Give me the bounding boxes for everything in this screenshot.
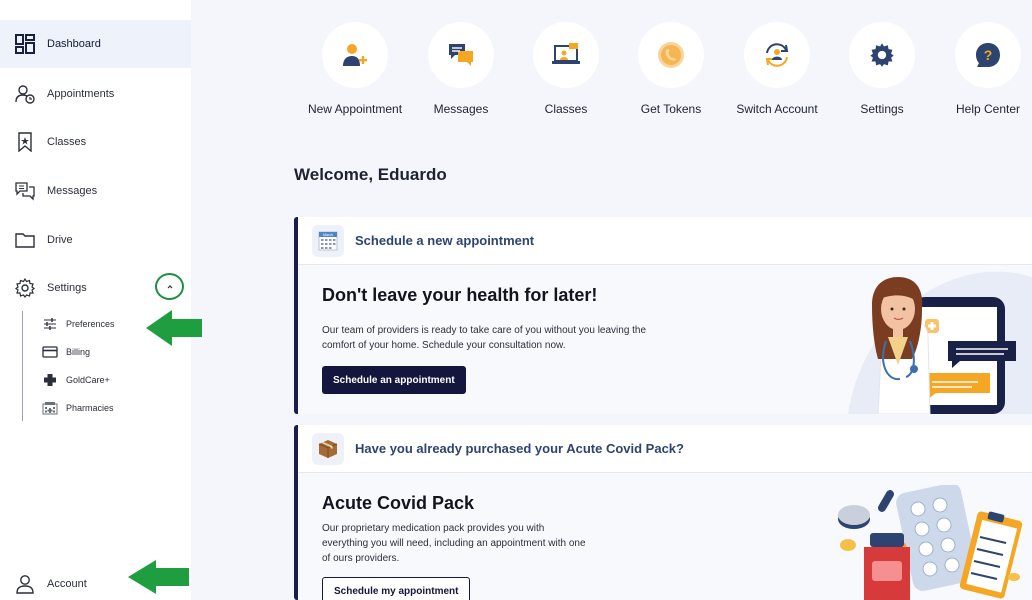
- sidebar: Dashboard Appointments Classes Messages: [0, 0, 191, 600]
- sidebar-subitem-billing[interactable]: Billing: [42, 342, 90, 362]
- folder-icon: [15, 233, 35, 248]
- pharmacy-building-icon: [42, 402, 58, 415]
- quick-action-new-appointment[interactable]: New Appointment: [300, 22, 410, 116]
- sidebar-item-dashboard[interactable]: Dashboard: [0, 20, 191, 68]
- messages-icon: [449, 44, 473, 66]
- chat-bubbles-icon: [15, 182, 35, 201]
- laptop-class-icon: [552, 43, 580, 64]
- user-icon: [16, 575, 34, 594]
- card-header: Have you already purchased your Acute Co…: [298, 425, 1032, 473]
- settings-collapse-button[interactable]: [155, 273, 184, 300]
- quick-action-label: New Appointment: [307, 102, 403, 116]
- bookmark-star-icon: [18, 132, 32, 152]
- quick-action-label: Help Center: [955, 102, 1021, 116]
- sidebar-item-label: Messages: [47, 185, 98, 197]
- quick-action-label: Switch Account: [736, 102, 818, 116]
- welcome-heading: Welcome, Eduardo: [294, 165, 447, 184]
- sidebar-item-label: Appointments: [47, 88, 115, 100]
- sidebar-item-messages[interactable]: Messages: [0, 167, 191, 215]
- card-description: Our team of providers is ready to take c…: [322, 323, 646, 353]
- package-box-icon: [312, 432, 344, 465]
- description-line: Our team of providers is ready to take c…: [322, 325, 647, 336]
- sidebar-item-appointments[interactable]: Appointments: [0, 70, 191, 118]
- chevron-up-icon: [167, 284, 172, 288]
- card-header: March Schedule a new appointment: [298, 217, 1032, 265]
- user-clock-icon: [15, 85, 35, 104]
- calendar-month: March: [323, 233, 333, 237]
- quick-action-circle: [744, 22, 810, 88]
- quick-action-switch-account[interactable]: Switch Account: [722, 22, 832, 116]
- credit-card-icon: [42, 346, 58, 358]
- quick-action-circle: [533, 22, 599, 88]
- quick-action-circle: [322, 22, 388, 88]
- description-line: comfort of your home. Schedule your cons…: [322, 340, 566, 351]
- submenu-rail: [22, 311, 23, 421]
- dashboard-grid-icon: [15, 34, 35, 54]
- svg-text:?: ?: [984, 47, 993, 63]
- sidebar-subitem-label: Billing: [66, 347, 91, 357]
- quick-action-circle: [638, 22, 704, 88]
- schedule-appointment-card: March Schedule a new appointment Don't l…: [294, 217, 1032, 414]
- sidebar-item-label: Settings: [47, 282, 87, 294]
- annotation-arrow-icon: [128, 560, 189, 594]
- card-description: Our proprietary medication pack provides…: [322, 521, 586, 566]
- quick-action-circle: [849, 22, 915, 88]
- card-body: Acute Covid Pack Our proprietary medicat…: [298, 473, 1032, 600]
- sidebar-subitem-pharmacies[interactable]: Pharmacies: [42, 398, 114, 418]
- sidebar-item-label: Drive: [47, 234, 73, 246]
- token-coin-icon: [658, 42, 684, 68]
- quick-action-settings[interactable]: Settings: [827, 22, 937, 116]
- card-title: Acute Covid Pack: [322, 493, 475, 513]
- settings-gear-icon: [870, 43, 894, 67]
- quick-action-get-tokens[interactable]: Get Tokens: [616, 22, 726, 116]
- quick-action-classes[interactable]: Classes: [511, 22, 621, 116]
- help-question-icon: ?: [976, 43, 1000, 67]
- description-line: of ours providers.: [322, 553, 400, 564]
- add-user-icon: [343, 44, 367, 66]
- card-body: Don't leave your health for later! Our t…: [298, 265, 1032, 414]
- medication-pack-illustration-icon: [838, 485, 1023, 600]
- switch-account-icon: [765, 43, 789, 67]
- sidebar-item-drive[interactable]: Drive: [0, 216, 191, 264]
- doctor-illustration-icon: [848, 271, 1032, 414]
- quick-action-circle: [428, 22, 494, 88]
- covid-pack-card: Have you already purchased your Acute Co…: [294, 425, 1032, 600]
- description-line: Our proprietary medication pack provides…: [322, 523, 545, 534]
- calendar-icon: March: [312, 224, 344, 257]
- sidebar-item-classes[interactable]: Classes: [0, 118, 191, 166]
- gear-icon: [15, 278, 35, 298]
- schedule-my-appointment-button[interactable]: Schedule my appointment: [322, 577, 471, 600]
- sidebar-subitem-label: Preferences: [66, 319, 115, 329]
- sidebar-item-label: Dashboard: [47, 38, 101, 50]
- description-line: everything you will need, including an a…: [322, 538, 586, 549]
- plus-cross-icon: [44, 374, 56, 386]
- sidebar-subitem-goldcare[interactable]: GoldCare+: [42, 370, 110, 390]
- quick-action-label: Messages: [433, 102, 489, 116]
- quick-action-messages[interactable]: Messages: [406, 22, 516, 116]
- sidebar-subitem-label: GoldCare+: [66, 375, 110, 385]
- quick-action-help-center[interactable]: ? Help Center: [933, 22, 1032, 116]
- sidebar-subitem-label: Pharmacies: [66, 403, 114, 413]
- card-header-title: Have you already purchased your Acute Co…: [355, 441, 684, 456]
- sliders-icon: [44, 318, 56, 330]
- schedule-appointment-button[interactable]: Schedule an appointment: [322, 366, 466, 394]
- card-title: Don't leave your health for later!: [322, 285, 598, 305]
- sidebar-item-label: Classes: [47, 136, 87, 148]
- card-header-title: Schedule a new appointment: [355, 233, 535, 248]
- sidebar-subitem-preferences[interactable]: Preferences: [42, 314, 115, 334]
- annotation-arrow-icon: [146, 310, 202, 346]
- quick-action-label: Classes: [544, 102, 588, 116]
- sidebar-item-label: Account: [47, 578, 87, 590]
- quick-action-circle: ?: [955, 22, 1021, 88]
- quick-action-label: Get Tokens: [640, 102, 702, 116]
- quick-action-label: Settings: [860, 102, 904, 116]
